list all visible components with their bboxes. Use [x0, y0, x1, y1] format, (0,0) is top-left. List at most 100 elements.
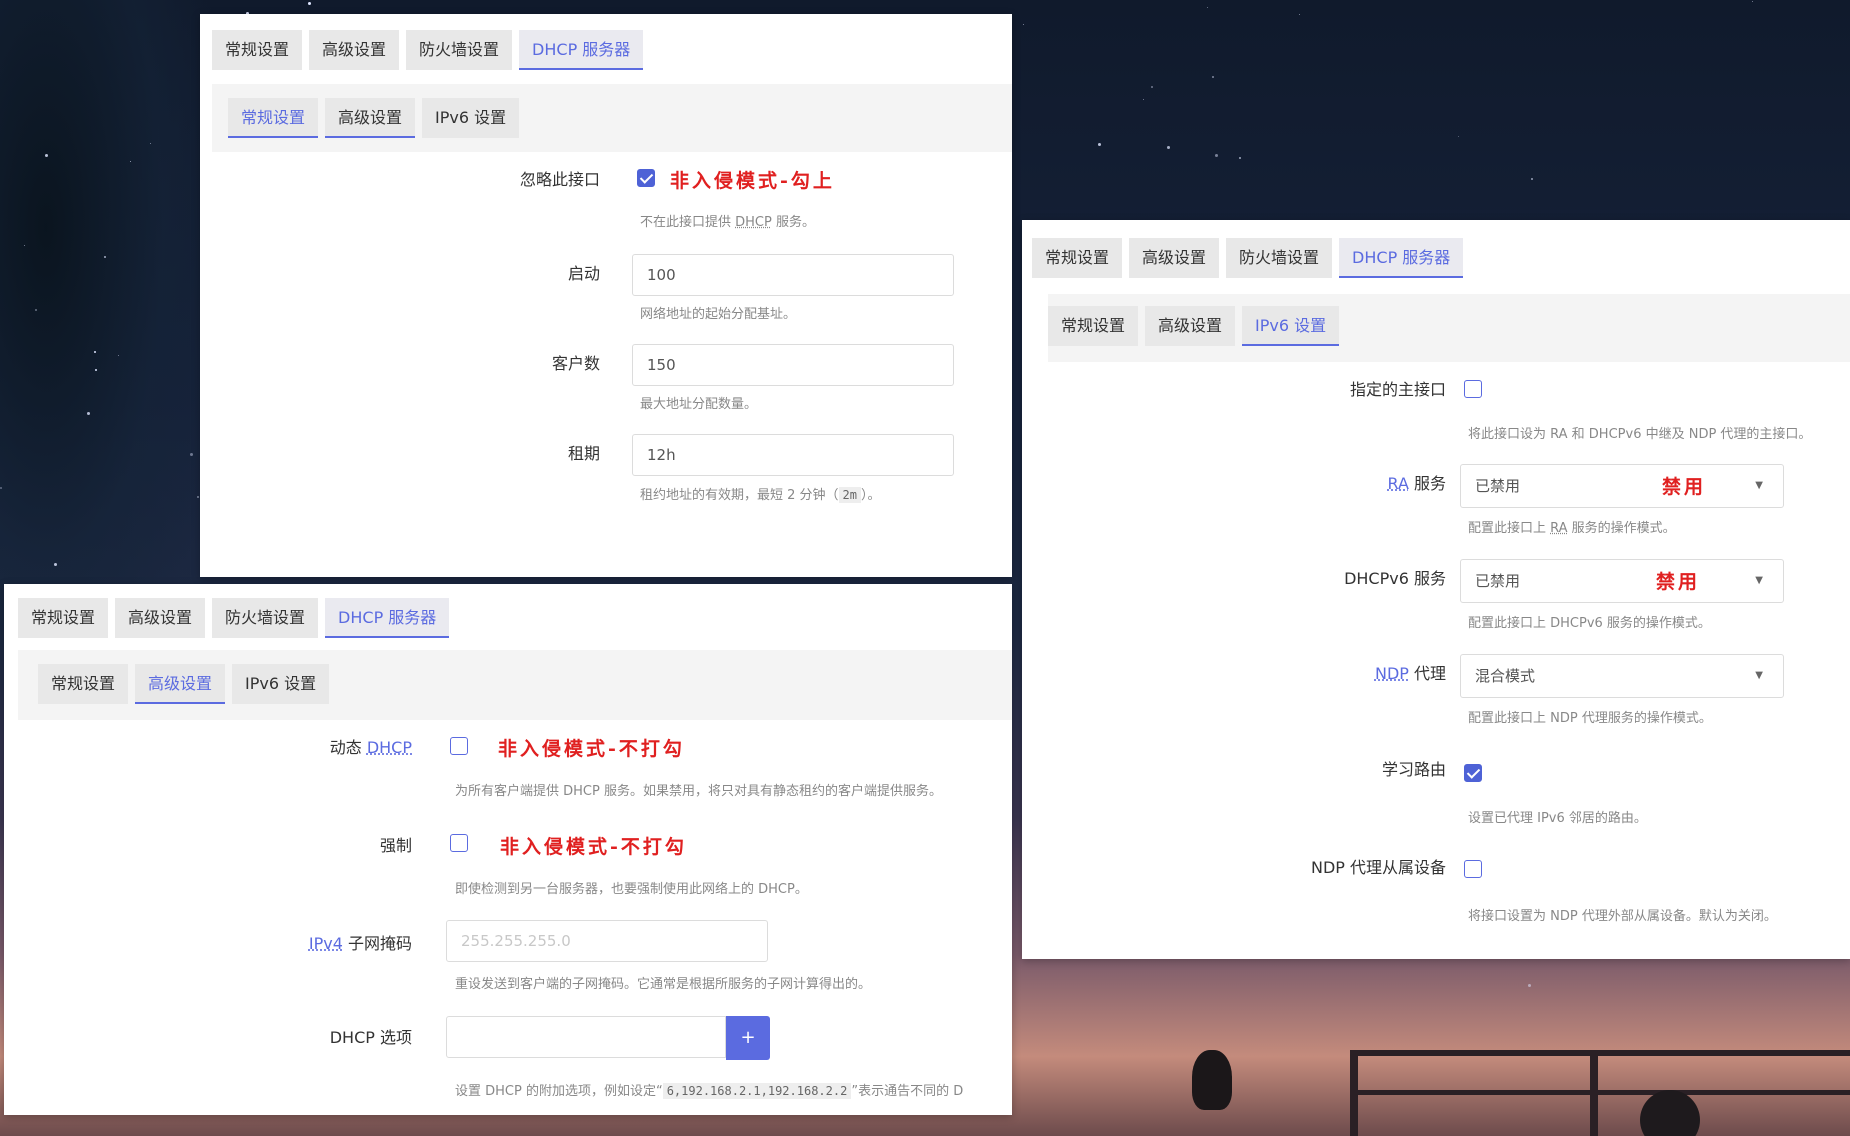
star: [87, 412, 90, 415]
star: [1299, 14, 1300, 15]
lease-label: 租期: [567, 444, 600, 463]
dhcp-general-panel: 常规设置 高级设置 防火墙设置 DHCP 服务器 常规设置 高级设置 IPv6 …: [200, 14, 1012, 577]
subtab-ipv6[interactable]: IPv6 设置: [232, 664, 330, 704]
star: [1531, 178, 1533, 180]
star: [24, 245, 25, 246]
clients-hint: 最大地址分配数量。: [640, 397, 758, 412]
learn-routes-hint: 设置已代理 IPv6 邻居的路由。: [1468, 811, 1647, 826]
add-option-button[interactable]: +: [726, 1016, 770, 1060]
ndp-slave-checkbox[interactable]: [1464, 860, 1482, 878]
chevron-down-icon: ▼: [1755, 480, 1763, 491]
lease-hint: 租约地址的有效期，最短 2 分钟（ 2m）。: [640, 487, 881, 503]
sub-tabs: 常规设置 高级设置 IPv6 设置: [38, 664, 330, 704]
bird-silhouette: [1192, 1050, 1232, 1110]
subtab-general[interactable]: 常规设置: [228, 98, 319, 138]
subtab-advanced[interactable]: 高级设置: [325, 98, 416, 138]
dhcpv6-service-label: DHCPv6 服务: [1344, 569, 1446, 588]
tab-dhcp-server[interactable]: DHCP 服务器: [519, 30, 644, 70]
star: [197, 496, 199, 498]
start-label: 启动: [567, 264, 600, 283]
top-tabs: 常规设置 高级设置 防火墙设置 DHCP 服务器: [212, 30, 644, 70]
top-tabs: 常规设置 高级设置 防火墙设置 DHCP 服务器: [1032, 238, 1464, 278]
subtab-ipv6[interactable]: IPv6 设置: [422, 98, 520, 138]
ipv4-netmask-hint: 重设发送到客户端的子网掩码。它通常是根据所服务的子网计算得出的。: [455, 977, 872, 992]
ndp-slave-hint: 将接口设置为 NDP 代理外部从属设备。默认为关闭。: [1468, 909, 1777, 924]
star: [54, 563, 57, 566]
subtab-ipv6[interactable]: IPv6 设置: [1242, 306, 1340, 346]
tab-general[interactable]: 常规设置: [18, 598, 109, 638]
ra-service-hint: 配置此接口上 RA 服务的操作模式。: [1468, 521, 1676, 536]
ndp-proxy-select[interactable]: 混合模式 ▼: [1460, 654, 1784, 698]
learn-routes-label: 学习路由: [1381, 760, 1446, 779]
star: [1151, 86, 1153, 88]
sub-tabs: 常规设置 高级设置 IPv6 设置: [228, 98, 520, 138]
dhcp-options-input[interactable]: [446, 1016, 726, 1058]
dynamic-dhcp-checkbox[interactable]: [450, 737, 468, 755]
annotation-force: 非入侵模式-不打勾: [500, 836, 687, 858]
ndp-proxy-hint: 配置此接口上 NDP 代理服务的操作模式。: [1468, 711, 1712, 726]
fence-silhouette: [1350, 1050, 1850, 1136]
star: [1098, 143, 1101, 146]
subtab-general[interactable]: 常规设置: [1048, 306, 1139, 346]
master-interface-checkbox[interactable]: [1464, 380, 1482, 398]
tab-firewall[interactable]: 防火墙设置: [406, 30, 513, 70]
star: [308, 2, 311, 5]
tab-firewall[interactable]: 防火墙设置: [1226, 238, 1333, 278]
master-interface-label: 指定的主接口: [1349, 380, 1446, 399]
star: [0, 487, 2, 489]
annotation-ra: 禁用: [1662, 476, 1707, 498]
annotation-ignore: 非入侵模式-勾上: [670, 170, 835, 192]
dhcpv6-service-select[interactable]: 已禁用 ▼: [1460, 559, 1784, 603]
ra-service-select[interactable]: 已禁用 ▼: [1460, 464, 1784, 508]
dynamic-dhcp-label: 动态 DHCP: [329, 738, 412, 757]
ndp-proxy-label: NDP 代理: [1374, 664, 1446, 683]
tab-dhcp-server[interactable]: DHCP 服务器: [1339, 238, 1464, 278]
tab-firewall[interactable]: 防火墙设置: [212, 598, 319, 638]
star: [1167, 146, 1170, 149]
annotation-dhcpv6: 禁用: [1656, 571, 1701, 593]
clients-input[interactable]: 150: [632, 344, 954, 386]
star: [35, 309, 37, 311]
dhcp-advanced-panel: 常规设置 高级设置 防火墙设置 DHCP 服务器 常规设置 高级设置 IPv6 …: [4, 584, 1012, 1115]
ipv4-netmask-input[interactable]: 255.255.255.0: [446, 920, 768, 962]
tab-advanced[interactable]: 高级设置: [1129, 238, 1220, 278]
subtab-general[interactable]: 常规设置: [38, 664, 129, 704]
star: [95, 369, 97, 371]
star: [1752, 1, 1753, 2]
star: [1143, 99, 1144, 100]
star: [94, 351, 96, 353]
ndp-slave-label: NDP 代理从属设备: [1310, 858, 1446, 877]
ra-service-label: RA 服务: [1387, 474, 1446, 493]
tab-general[interactable]: 常规设置: [212, 30, 303, 70]
ignore-interface-label: 忽略此接口: [519, 170, 600, 189]
top-tabs: 常规设置 高级设置 防火墙设置 DHCP 服务器: [18, 598, 450, 638]
tab-dhcp-server[interactable]: DHCP 服务器: [325, 598, 450, 638]
tab-advanced[interactable]: 高级设置: [309, 30, 400, 70]
start-hint: 网络地址的起始分配基址。: [640, 307, 797, 322]
chevron-down-icon: ▼: [1755, 670, 1763, 681]
subtab-advanced[interactable]: 高级设置: [1145, 306, 1236, 346]
lease-input[interactable]: 12h: [632, 434, 954, 476]
star: [1458, 136, 1459, 137]
dhcp-options-label: DHCP 选项: [329, 1028, 412, 1047]
force-checkbox[interactable]: [450, 834, 468, 852]
force-label: 强制: [379, 836, 412, 855]
subtab-advanced[interactable]: 高级设置: [135, 664, 226, 704]
star: [190, 453, 193, 456]
start-input[interactable]: 100: [632, 254, 954, 296]
tab-general[interactable]: 常规设置: [1032, 238, 1123, 278]
star: [1215, 154, 1218, 157]
star: [45, 154, 48, 157]
tab-advanced[interactable]: 高级设置: [115, 598, 206, 638]
ignore-interface-hint: 不在此接口提供 DHCP 服务。: [640, 215, 815, 230]
dhcpv6-service-hint: 配置此接口上 DHCPv6 服务的操作模式。: [1468, 616, 1711, 631]
learn-routes-checkbox[interactable]: [1464, 764, 1482, 782]
star: [104, 256, 106, 258]
ipv4-netmask-label: IPv4 子网掩码: [308, 934, 412, 953]
ignore-interface-checkbox[interactable]: [637, 169, 655, 187]
clients-label: 客户数: [551, 354, 600, 373]
star: [1212, 76, 1214, 78]
star: [1239, 157, 1241, 159]
force-hint: 即使检测到另一台服务器，也要强制使用此网络上的 DHCP。: [455, 882, 808, 897]
chevron-down-icon: ▼: [1755, 575, 1763, 586]
